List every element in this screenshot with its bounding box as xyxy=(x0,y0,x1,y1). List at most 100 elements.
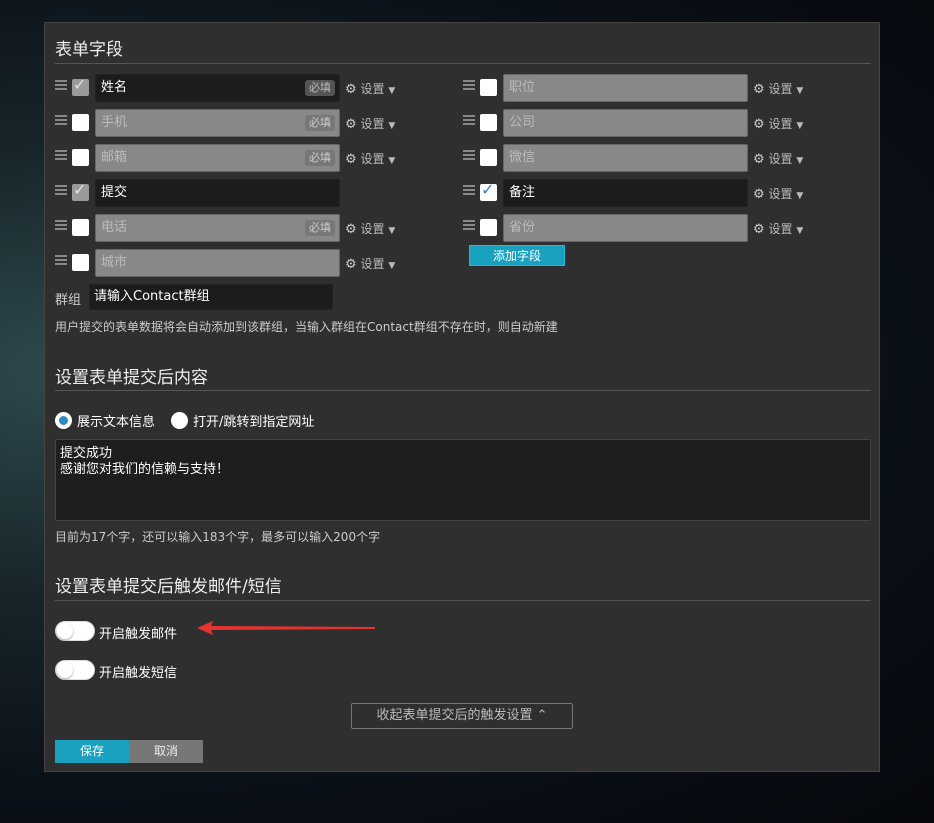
field-settings-dropdown[interactable]: ⚙ 设置 ▼ xyxy=(753,220,803,237)
field-label: 职位 xyxy=(509,80,536,95)
field-label-input[interactable]: 提交 xyxy=(95,179,340,207)
settings-label: 设置 xyxy=(768,152,793,166)
group-hint: 用户提交的表单数据将会自动添加到该群组，当输入群组在Contact群组不存在时，… xyxy=(55,320,558,334)
email-trigger-toggle[interactable] xyxy=(55,621,95,641)
drag-handle-icon[interactable] xyxy=(55,185,67,195)
drag-handle-icon[interactable] xyxy=(55,220,67,230)
field-label-input[interactable]: 城市 xyxy=(95,249,340,277)
field-label: 姓名 xyxy=(101,80,128,95)
field-label-input[interactable]: 邮箱 必填 xyxy=(95,144,340,172)
field-label: 邮箱 xyxy=(101,150,128,165)
check-icon: ✓ xyxy=(73,180,87,199)
divider xyxy=(55,390,871,391)
field-label-input[interactable]: 备注 xyxy=(503,179,748,207)
gear-icon: ⚙ xyxy=(345,257,357,272)
field-settings-dropdown[interactable]: ⚙ 设置 ▼ xyxy=(345,80,395,97)
settings-label: 设置 xyxy=(768,222,793,236)
field-label-input[interactable]: 省份 xyxy=(503,214,748,242)
field-label: 提交 xyxy=(101,185,128,200)
field-label-input[interactable]: 公司 xyxy=(503,109,748,137)
field-label-input[interactable]: 微信 xyxy=(503,144,748,172)
field-checkbox[interactable] xyxy=(480,114,497,131)
sms-trigger-toggle[interactable] xyxy=(55,660,95,680)
form-fields-title: 表单字段 xyxy=(55,40,123,60)
drag-handle-icon[interactable] xyxy=(55,115,67,125)
field-label: 备注 xyxy=(509,185,536,200)
radio-redirect[interactable] xyxy=(171,412,188,429)
caret-down-icon: ▼ xyxy=(388,121,396,131)
drag-handle-icon[interactable] xyxy=(463,80,475,90)
radio-show-text[interactable] xyxy=(55,412,72,429)
drag-handle-icon[interactable] xyxy=(463,220,475,230)
email-trigger-label: 开启触发邮件 xyxy=(99,627,178,642)
required-badge[interactable]: 必填 xyxy=(305,220,335,236)
required-badge[interactable]: 必填 xyxy=(305,80,335,96)
gear-icon: ⚙ xyxy=(345,222,357,237)
message-line-2: 感谢您对我们的信赖与支持！ xyxy=(60,462,230,477)
gear-icon: ⚙ xyxy=(753,222,765,237)
settings-label: 设置 xyxy=(360,222,385,236)
caret-down-icon: ▼ xyxy=(796,86,804,96)
gear-icon: ⚙ xyxy=(345,152,357,167)
form-settings-panel: 表单字段 ✓ 姓名 必填 ⚙ 设置 ▼ 手机 必填 ⚙ 设置 ▼ 邮箱 必填 ⚙… xyxy=(44,22,880,772)
check-icon: ✓ xyxy=(481,180,495,199)
add-field-button[interactable]: 添加字段 xyxy=(469,245,565,266)
drag-handle-icon[interactable] xyxy=(463,185,475,195)
caret-down-icon: ▼ xyxy=(388,261,396,271)
field-settings-dropdown[interactable]: ⚙ 设置 ▼ xyxy=(345,220,395,237)
field-settings-dropdown[interactable]: ⚙ 设置 ▼ xyxy=(345,150,395,167)
field-label: 公司 xyxy=(509,115,536,130)
required-badge[interactable]: 必填 xyxy=(305,150,335,166)
save-button[interactable]: 保存 xyxy=(55,740,129,763)
drag-handle-icon[interactable] xyxy=(55,80,67,90)
group-label: 群组 xyxy=(55,293,82,308)
gear-icon: ⚙ xyxy=(753,187,765,202)
message-line-1: 提交成功 xyxy=(60,446,113,461)
annotation-arrow-icon xyxy=(197,621,375,635)
field-label: 城市 xyxy=(101,255,128,270)
field-settings-dropdown[interactable]: ⚙ 设置 ▼ xyxy=(345,115,395,132)
drag-handle-icon[interactable] xyxy=(55,255,67,265)
group-input[interactable]: 请输入Contact群组 xyxy=(89,284,333,310)
message-textarea[interactable]: 提交成功 感谢您对我们的信赖与支持！ xyxy=(55,439,871,521)
cancel-button[interactable]: 取消 xyxy=(129,740,203,763)
field-settings-dropdown[interactable]: ⚙ 设置 ▼ xyxy=(753,150,803,167)
field-checkbox[interactable] xyxy=(72,254,89,271)
field-label-input[interactable]: 手机 必填 xyxy=(95,109,340,137)
gear-icon: ⚙ xyxy=(753,82,765,97)
field-label-input[interactable]: 职位 xyxy=(503,74,748,102)
drag-handle-icon[interactable] xyxy=(55,150,67,160)
field-settings-dropdown[interactable]: ⚙ 设置 ▼ xyxy=(753,80,803,97)
field-checkbox[interactable] xyxy=(480,149,497,166)
collapse-triggers-button[interactable]: 收起表单提交后的触发设置 ⌃ xyxy=(351,703,573,729)
gear-icon: ⚙ xyxy=(753,152,765,167)
field-checkbox[interactable] xyxy=(480,79,497,96)
field-settings-dropdown[interactable]: ⚙ 设置 ▼ xyxy=(345,255,395,272)
caret-down-icon: ▼ xyxy=(388,86,396,96)
field-settings-dropdown[interactable]: ⚙ 设置 ▼ xyxy=(753,115,803,132)
settings-label: 设置 xyxy=(360,152,385,166)
divider xyxy=(55,63,871,64)
gear-icon: ⚙ xyxy=(345,117,357,132)
drag-handle-icon[interactable] xyxy=(463,115,475,125)
char-count-hint: 目前为17个字，还可以输入183个字，最多可以输入200个字 xyxy=(55,530,381,544)
gear-icon: ⚙ xyxy=(753,117,765,132)
radio-show-text-label[interactable]: 展示文本信息 xyxy=(77,411,155,430)
field-checkbox[interactable] xyxy=(480,219,497,236)
radio-redirect-label[interactable]: 打开/跳转到指定网址 xyxy=(193,411,314,430)
field-checkbox[interactable] xyxy=(72,219,89,236)
divider xyxy=(55,600,871,601)
field-label-input[interactable]: 姓名 必填 xyxy=(95,74,340,102)
field-checkbox[interactable] xyxy=(72,114,89,131)
required-badge[interactable]: 必填 xyxy=(305,115,335,131)
drag-handle-icon[interactable] xyxy=(463,150,475,160)
caret-down-icon: ▼ xyxy=(796,121,804,131)
field-label-input[interactable]: 电话 必填 xyxy=(95,214,340,242)
field-checkbox: ✓ xyxy=(72,180,89,201)
field-checkbox[interactable] xyxy=(72,149,89,166)
field-label: 省份 xyxy=(509,220,536,235)
field-settings-dropdown[interactable]: ⚙ 设置 ▼ xyxy=(753,185,803,202)
field-checkbox[interactable]: ✓ xyxy=(480,180,497,201)
settings-label: 设置 xyxy=(360,117,385,131)
check-icon: ✓ xyxy=(73,75,87,94)
